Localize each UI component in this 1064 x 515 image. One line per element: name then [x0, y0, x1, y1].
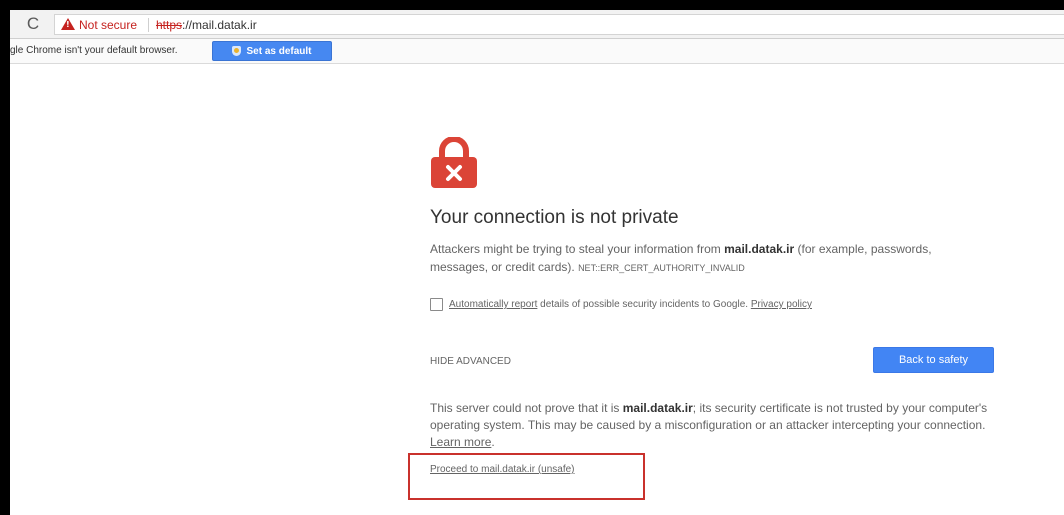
broken-lock-icon: [431, 137, 477, 188]
warning-description: Attackers might be trying to steal your …: [430, 240, 990, 277]
default-browser-infobar: gle Chrome isn't your default browser. S…: [10, 39, 1064, 64]
p2-end: .: [491, 435, 495, 449]
report-text: details of possible security incidents t…: [537, 299, 751, 310]
report-checkbox[interactable]: [430, 298, 443, 311]
error-code[interactable]: NET::ERR_CERT_AUTHORITY_INVALID: [578, 263, 745, 273]
p1-host: mail.datak.ir: [724, 242, 795, 256]
set-as-default-button[interactable]: Set as default: [212, 41, 332, 61]
url-host: ://mail.datak.ir: [182, 18, 257, 32]
security-indicator[interactable]: Not secure: [79, 18, 137, 32]
privacy-policy-link[interactable]: Privacy policy: [751, 299, 812, 310]
interstitial-page: Your connection is not private Attackers…: [10, 65, 1064, 515]
back-to-safety-button[interactable]: Back to safety: [873, 347, 994, 373]
url-text[interactable]: https://mail.datak.ir: [156, 18, 257, 32]
report-link[interactable]: Automatically report: [449, 299, 537, 310]
browser-window: C Not secure https://mail.datak.ir gle C…: [10, 10, 1064, 515]
page-title: Your connection is not private: [430, 207, 679, 228]
p2-host: mail.datak.ir: [622, 401, 693, 415]
p1-text: Attackers might be trying to steal your …: [430, 242, 725, 256]
infobar-message: gle Chrome isn't your default browser.: [10, 45, 178, 56]
learn-more-link[interactable]: Learn more: [430, 435, 491, 449]
hide-advanced-button[interactable]: HIDE ADVANCED: [430, 356, 511, 367]
p2-text: This server could not prove that it is: [430, 401, 623, 415]
warning-triangle-icon[interactable]: [61, 18, 75, 30]
address-separator: [148, 18, 149, 32]
address-bar[interactable]: Not secure https://mail.datak.ir: [54, 14, 1064, 35]
set-as-default-label: Set as default: [246, 45, 312, 57]
url-scheme: https: [156, 18, 183, 32]
advanced-details: This server could not prove that it is m…: [430, 400, 1000, 451]
report-checkbox-row: Automatically report details of possible…: [430, 298, 812, 311]
annotation-highlight-box: [408, 453, 645, 500]
shield-icon: [232, 46, 242, 56]
browser-toolbar: C Not secure https://mail.datak.ir: [10, 10, 1064, 39]
reload-icon[interactable]: C: [24, 15, 42, 33]
